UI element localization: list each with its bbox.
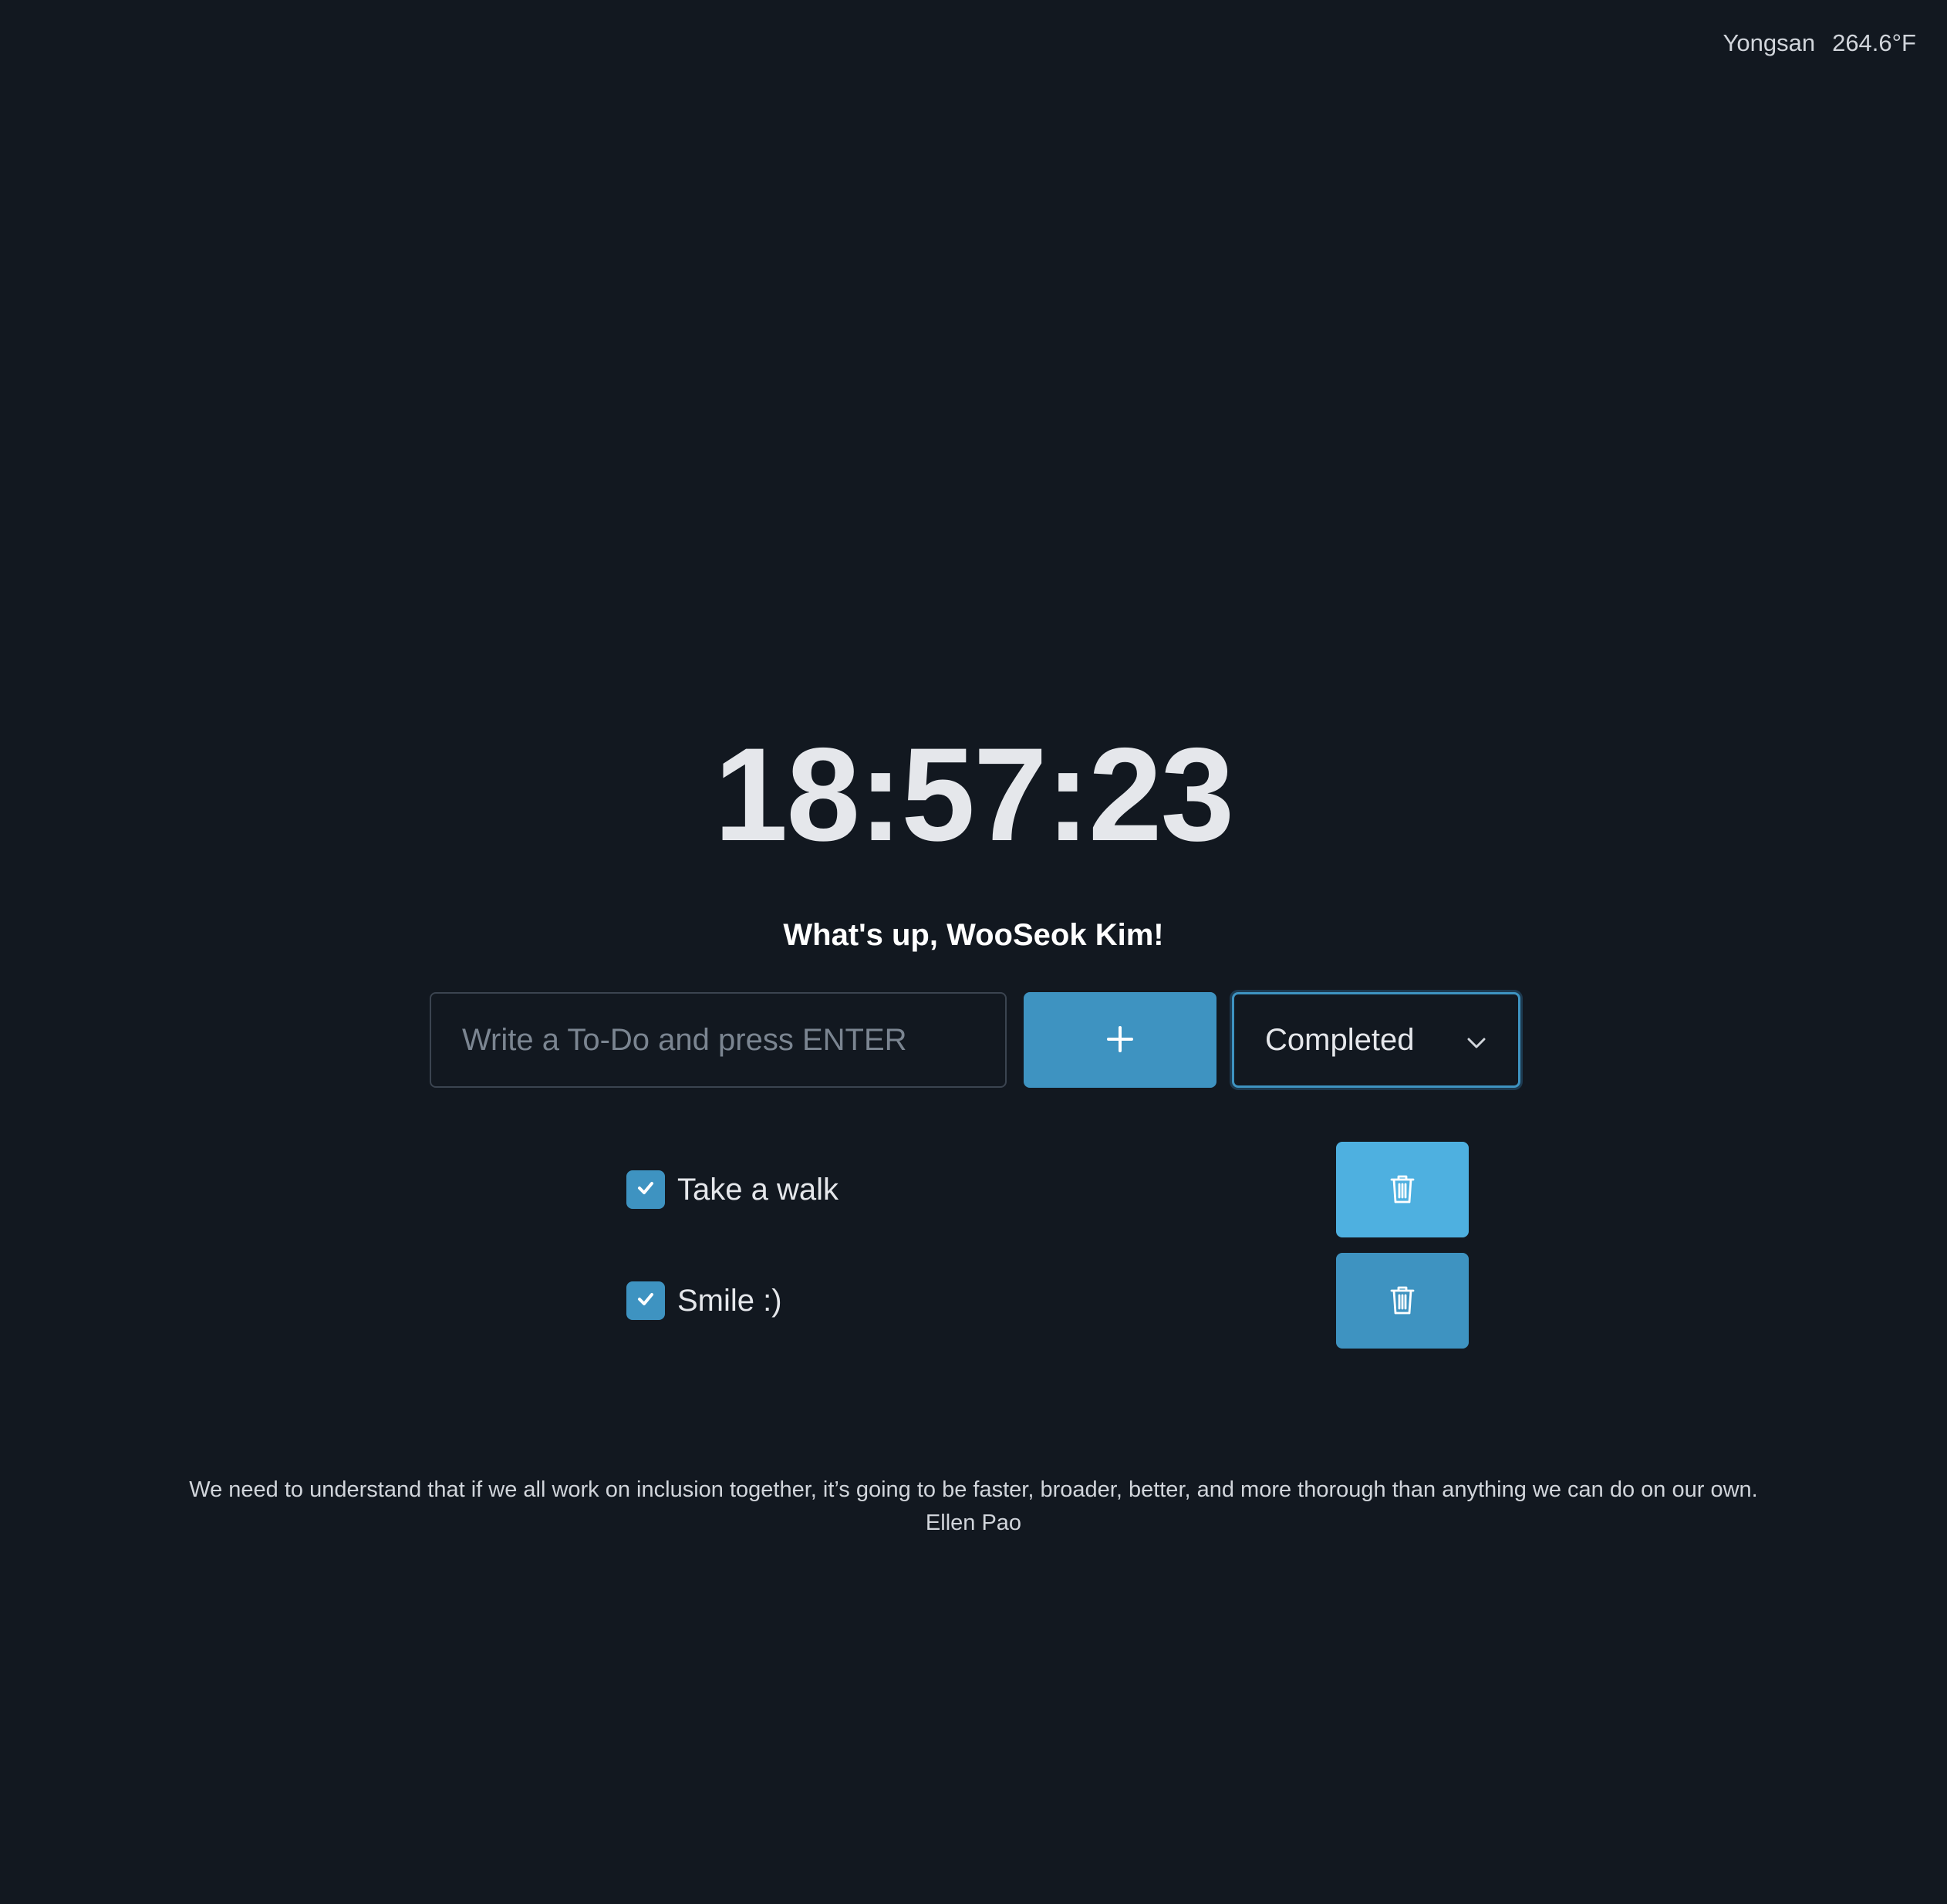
quote-text: We need to understand that if we all wor… <box>189 1477 1758 1502</box>
trash-icon <box>1389 1284 1416 1318</box>
filter-selected-value: Completed <box>1265 1022 1415 1057</box>
todo-input[interactable] <box>430 992 1007 1088</box>
todo-checkbox[interactable] <box>626 1170 665 1209</box>
delete-todo-button[interactable] <box>1336 1142 1469 1237</box>
weather-city: Yongsan <box>1723 29 1816 56</box>
clock: 18:57:23 <box>714 721 1235 869</box>
trash-icon <box>1389 1173 1416 1207</box>
chevron-down-icon <box>1466 1023 1487 1058</box>
checkmark-icon <box>635 1177 656 1203</box>
todo-item: Smile :) <box>626 1253 1469 1349</box>
weather-temperature: 264.6°F <box>1832 29 1916 56</box>
weather-widget: Yongsan 264.6°F <box>1723 29 1916 57</box>
plus-icon <box>1105 1025 1135 1056</box>
greeting: What's up, WooSeok Kim! <box>783 918 1164 952</box>
delete-todo-button[interactable] <box>1336 1253 1469 1349</box>
quote-author: Ellen Pao <box>925 1511 1022 1535</box>
todo-checkbox[interactable] <box>626 1281 665 1320</box>
filter-select[interactable]: Completed <box>1232 992 1520 1088</box>
todo-item: Take a walk <box>626 1142 1469 1237</box>
todo-label: Smile :) <box>677 1283 782 1318</box>
checkmark-icon <box>635 1288 656 1314</box>
add-todo-button[interactable] <box>1024 992 1216 1088</box>
quote: We need to understand that if we all wor… <box>0 1474 1947 1540</box>
todo-label: Take a walk <box>677 1172 839 1207</box>
